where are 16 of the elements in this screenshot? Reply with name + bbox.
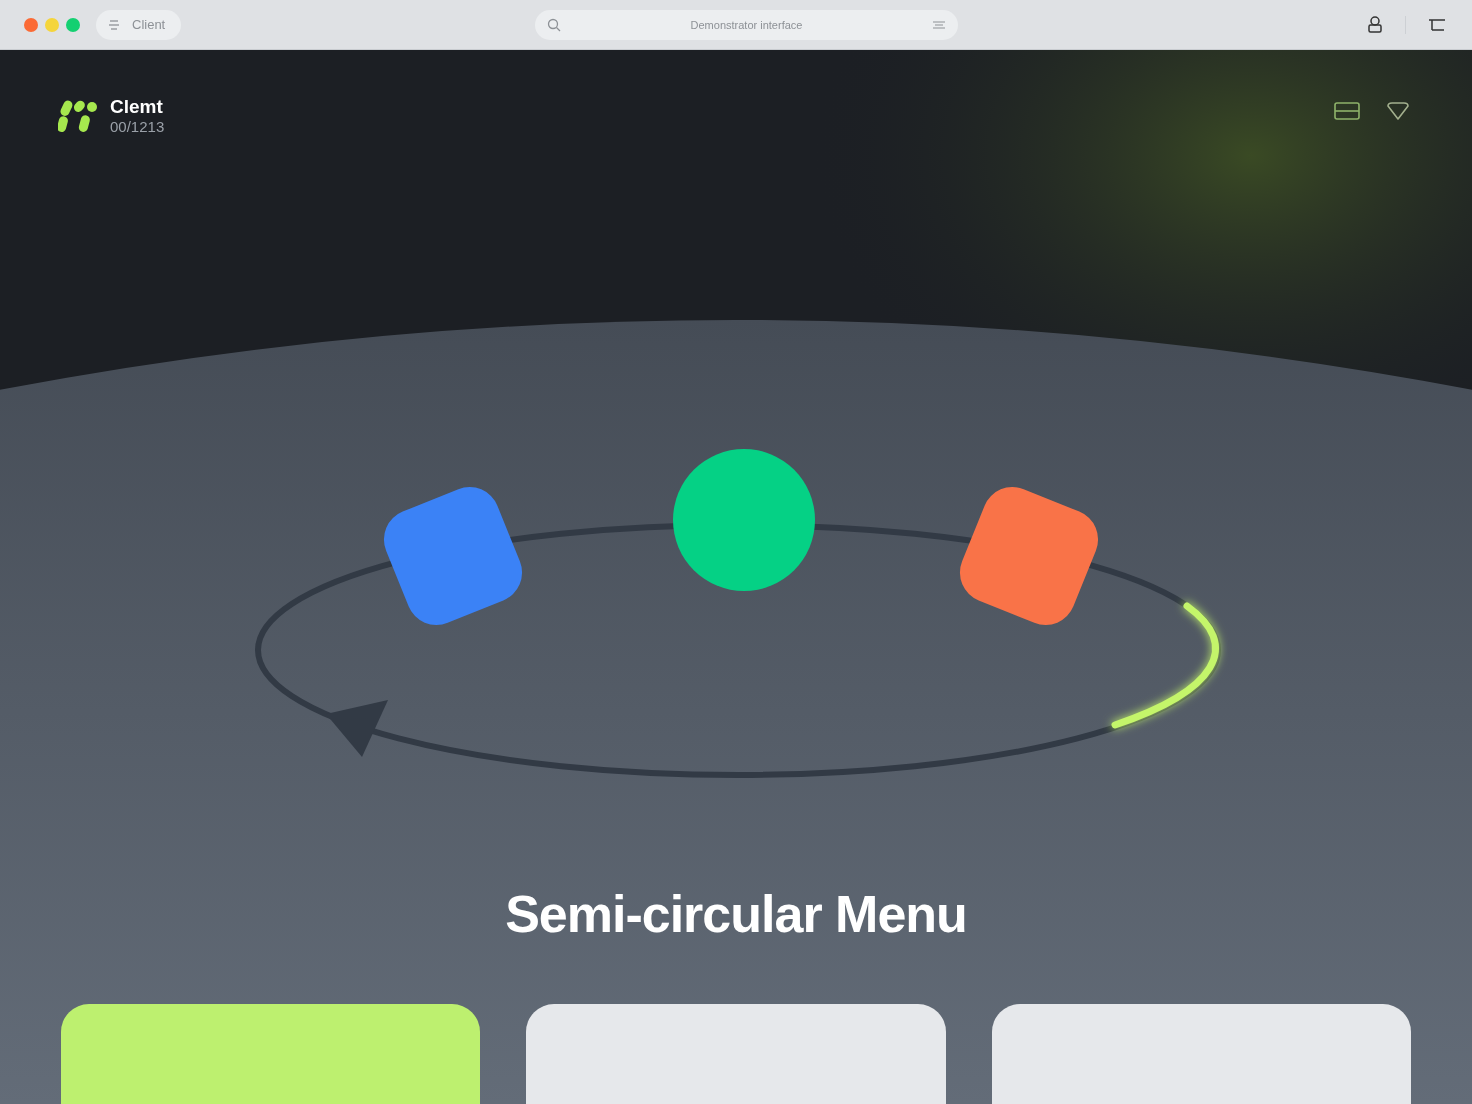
filter-icon[interactable] xyxy=(932,18,946,31)
brand-name: Clemt xyxy=(110,96,164,118)
brand-code: 00/1213 xyxy=(110,118,165,136)
close-button[interactable] xyxy=(24,17,38,32)
search-icon xyxy=(547,17,561,32)
lines-icon xyxy=(108,18,122,31)
maximize-button[interactable] xyxy=(66,17,80,32)
logo-icon xyxy=(58,98,98,134)
card-icon[interactable] xyxy=(1334,102,1360,120)
user-icon[interactable] xyxy=(1367,16,1383,33)
search-input[interactable]: Demonstrator interface xyxy=(561,17,932,32)
menu-item[interactable] xyxy=(673,449,815,591)
browser-tab[interactable]: Client xyxy=(96,9,182,40)
search-field[interactable]: Demonstrator interface xyxy=(535,9,958,40)
sidebar-icon[interactable] xyxy=(1428,18,1446,31)
page-title: Semi-circular Menu xyxy=(504,884,968,944)
